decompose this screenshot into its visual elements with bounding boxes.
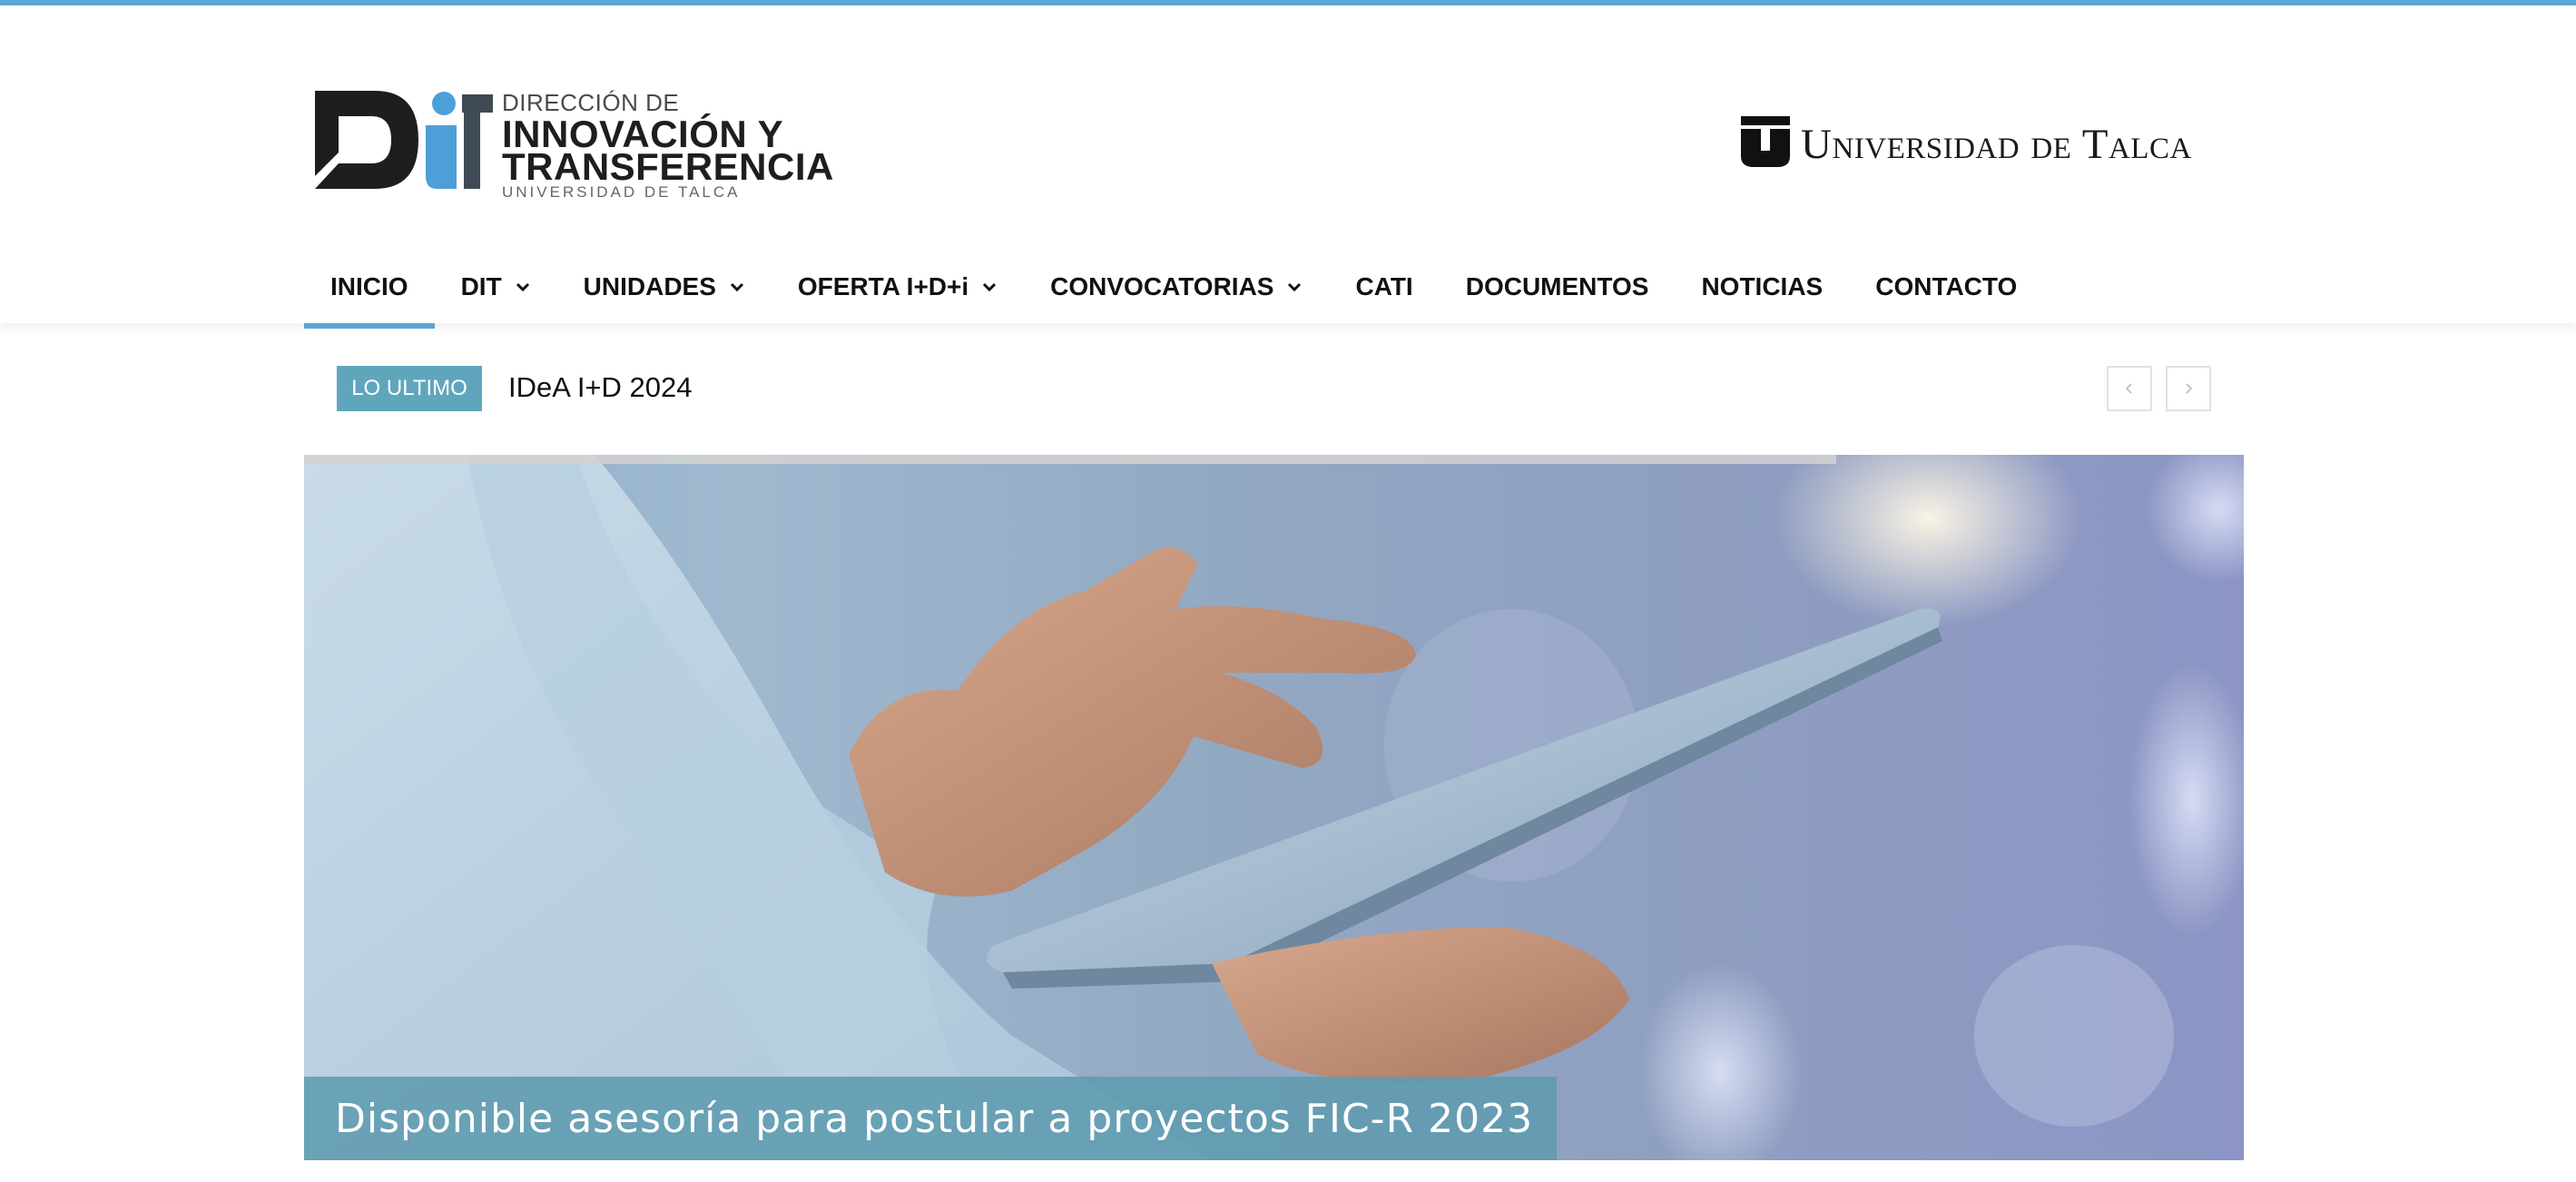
nav-label: DIT [460,272,502,300]
nav-item-cati[interactable]: CATI [1329,251,1439,323]
hero-slider[interactable]: Disponible asesoría para postular a proy… [304,455,2244,1160]
nav-label: CATI [1355,272,1413,300]
hero-image [304,455,2244,1160]
slide-progress-bar [304,455,1837,464]
logo-line-3: TRANSFERENCIA [502,145,834,188]
nav-label: DOCUMENTOS [1465,272,1649,300]
ticker-prev-button[interactable] [2107,366,2152,411]
universidad-talca-logo[interactable]: Universidad de Talca [1741,116,2240,171]
nav-label: NOTICIAS [1701,272,1824,300]
latest-badge: LO ULTIMO [337,366,482,411]
chevron-down-icon [1286,279,1303,295]
site-header: DIRECCIÓN DE INNOVACIÓN Y TRANSFERENCIA … [0,5,2576,329]
chevron-down-icon [729,279,745,295]
nav-label: INICIO [330,272,408,300]
hero-caption[interactable]: Disponible asesoría para postular a proy… [304,1077,1558,1160]
nav-label: OFERTA I+D+i [797,272,969,300]
dit-logo-mark-icon [315,91,493,189]
nav-label: CONTACTO [1875,272,2018,300]
utalca-crest-icon [1741,116,1790,167]
nav-item-dit[interactable]: DIT [435,251,557,323]
chevron-down-icon [981,279,998,295]
logo-line-4: UNIVERSIDAD DE TALCA [502,183,741,201]
nav-item-documentos[interactable]: DOCUMENTOS [1440,251,1676,323]
nav-item-convocatorias[interactable]: CONVOCATORIAS [1024,251,1329,323]
ticker-headline[interactable]: IDeA I+D 2024 [508,371,693,404]
nav-item-noticias[interactable]: NOTICIAS [1675,251,1849,323]
chevron-down-icon [515,279,531,295]
chevron-right-icon [2186,383,2193,394]
dit-logo[interactable]: DIRECCIÓN DE INNOVACIÓN Y TRANSFERENCIA … [311,85,833,203]
nav-label: UNIDADES [583,272,716,300]
nav-label: CONVOCATORIAS [1050,272,1274,300]
ticker-next-button[interactable] [2166,366,2211,411]
nav-item-contacto[interactable]: CONTACTO [1849,251,2043,323]
main-nav: INICIO DIT UNIDADES OFERTA I+D+i CONVOCA… [304,251,2043,329]
chevron-left-icon [2125,383,2132,394]
nav-item-unidades[interactable]: UNIDADES [557,251,772,323]
nav-item-inicio[interactable]: INICIO [304,251,435,329]
utalca-wordmark: Universidad de Talca [1801,121,2192,168]
nav-item-oferta[interactable]: OFERTA I+D+i [772,251,1024,323]
